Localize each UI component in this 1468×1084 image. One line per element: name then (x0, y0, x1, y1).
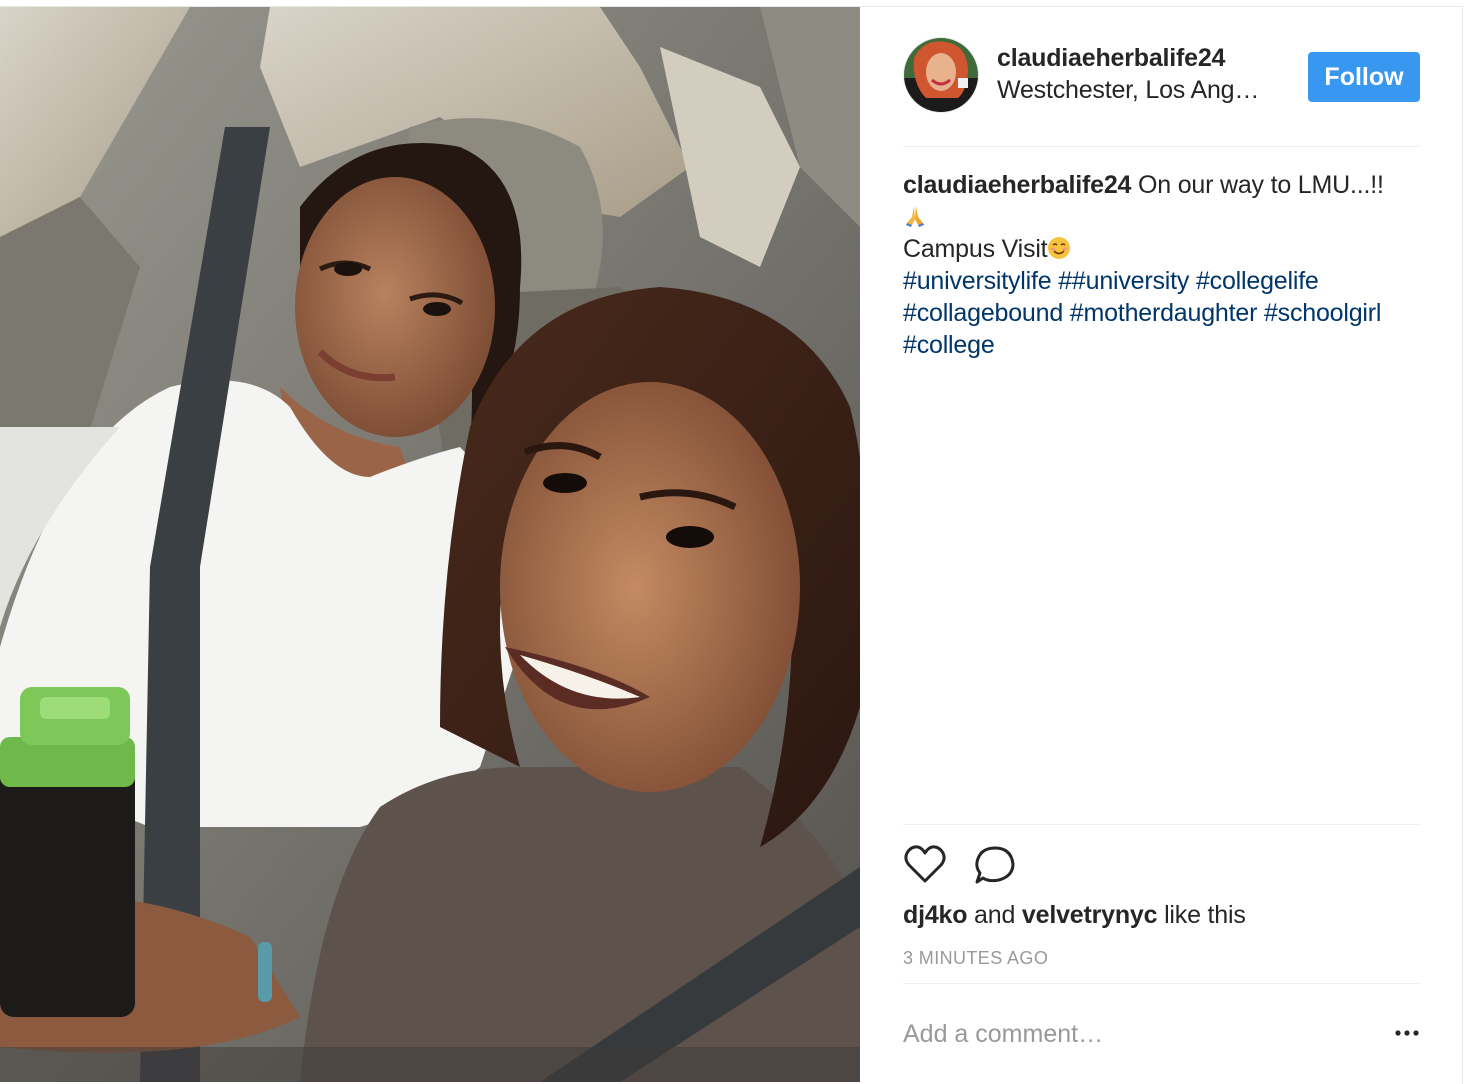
likes-summary: dj4ko and velvetrynyc like this (903, 901, 1246, 930)
comment-bubble-icon[interactable] (973, 844, 1017, 886)
hashtag-link[interactable]: ##university (1058, 267, 1189, 295)
follow-button[interactable]: Follow (1308, 52, 1420, 102)
hashtag-link[interactable]: #universitylife (903, 267, 1052, 295)
hashtag-link[interactable]: #schoolgirl (1264, 299, 1382, 327)
hashtag-link[interactable]: #collegelife (1196, 267, 1319, 295)
frame-border-right (1462, 6, 1463, 1084)
avatar[interactable] (904, 38, 978, 112)
post-username[interactable]: claudiaeherbalife24 (997, 44, 1225, 73)
actions-divider (903, 824, 1420, 825)
liker-username[interactable]: dj4ko (903, 901, 967, 929)
comment-divider (903, 983, 1420, 984)
post-details-panel: claudiaeherbalife24 Westchester, Los Ang… (860, 7, 1462, 1082)
profile-avatar-icon (904, 38, 978, 112)
likes-and: and (974, 901, 1016, 929)
action-bar (903, 843, 1103, 887)
hashtag-link[interactable]: #college (903, 331, 995, 359)
post-location[interactable]: Westchester, Los Ang… (997, 76, 1259, 105)
caption-line2: Campus Visit (903, 235, 1048, 263)
caption-text: On our way to LMU...!! (1138, 171, 1384, 199)
post-photo[interactable] (0, 7, 860, 1082)
post-dialog: claudiaeherbalife24 Westchester, Los Ang… (0, 0, 1468, 1084)
post-header: claudiaeherbalife24 Westchester, Los Ang… (903, 7, 1420, 146)
hashtag-link[interactable]: #motherdaughter (1070, 299, 1258, 327)
liker-username[interactable]: velvetrynyc (1022, 901, 1158, 929)
add-comment-input[interactable] (903, 1014, 1363, 1054)
folded-hands-emoji-icon (906, 206, 924, 227)
likes-suffix: like this (1164, 901, 1246, 929)
post-timestamp[interactable]: 3 MINUTES AGO (903, 948, 1048, 969)
smiling-face-emoji-icon (1048, 237, 1071, 259)
header-divider (903, 146, 1420, 147)
heart-icon[interactable] (903, 843, 947, 887)
post-caption: claudiaeherbalife24 On our way to LMU...… (903, 169, 1420, 361)
more-options-icon[interactable] (1394, 1023, 1420, 1043)
caption-username[interactable]: claudiaeherbalife24 (903, 171, 1131, 199)
hashtag-link[interactable]: #collagebound (903, 299, 1063, 327)
